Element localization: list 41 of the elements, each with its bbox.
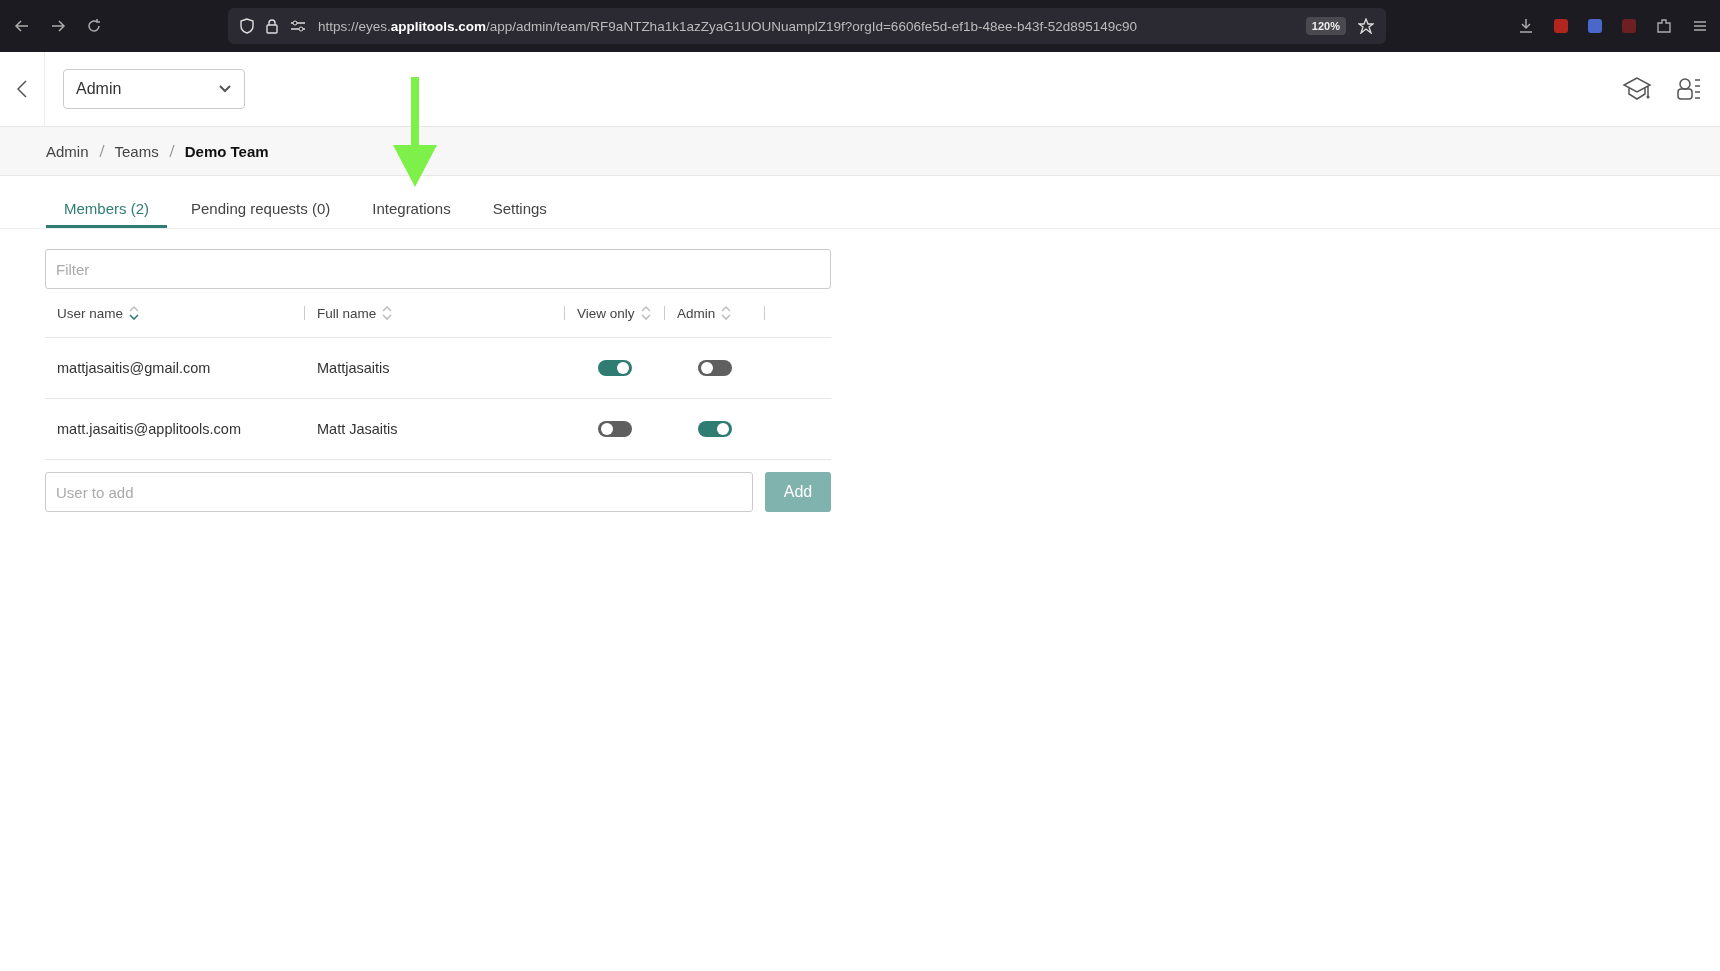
menu-icon[interactable] bbox=[1692, 18, 1708, 34]
filter-field[interactable]: Filter bbox=[45, 249, 831, 289]
shield-icon bbox=[240, 18, 254, 34]
admin-toggle[interactable] bbox=[698, 360, 732, 376]
breadcrumb-separator-icon bbox=[98, 144, 105, 158]
table-cell-text: Mattjasaitis bbox=[316, 360, 391, 376]
tab[interactable]: Members (2) bbox=[46, 200, 167, 228]
download-icon[interactable] bbox=[1518, 18, 1534, 34]
column-header[interactable]: Admin bbox=[677, 305, 716, 321]
breadcrumb-item[interactable]: Admin bbox=[46, 142, 89, 160]
tab[interactable]: Pending requests (0) bbox=[173, 200, 349, 228]
column-header[interactable]: View only bbox=[577, 305, 635, 321]
table-cell-text: matt.jasaitis@applitools.com bbox=[56, 421, 242, 437]
forward-icon[interactable] bbox=[50, 18, 66, 34]
breadcrumb-item[interactable]: Teams bbox=[114, 142, 159, 160]
graduation-cap-icon[interactable] bbox=[1622, 76, 1652, 102]
address-bar[interactable]: https://eyes.applitools.com/app/admin/team/RF9aNTZha1k1azZyaG1UOUNuamplZ19f?orgId=6606fe5d-ef1b-48ee-b43f-52d895149c90 120% bbox=[228, 8, 1386, 44]
lock-icon bbox=[266, 18, 278, 34]
view-only-toggle[interactable] bbox=[598, 360, 632, 376]
star-icon[interactable] bbox=[1358, 18, 1374, 34]
admin-toggle[interactable] bbox=[698, 421, 732, 437]
url-text: https://eyes.applitools.com/app/admin/team/RF9aNTZha1k1azZyaG1UOUNuamplZ19f?orgId=6606fe5d-ef1b-48ee-b43f-52d895149c90 bbox=[318, 18, 1139, 34]
puzzle-icon[interactable] bbox=[1656, 18, 1672, 34]
reload-icon[interactable] bbox=[86, 18, 102, 34]
tab[interactable]: Integrations bbox=[354, 200, 469, 228]
chevron-down-icon[interactable] bbox=[218, 84, 232, 94]
permissions-icon bbox=[290, 20, 306, 32]
zoom-level[interactable]: 120% bbox=[1305, 17, 1346, 35]
table-cell-text: Matt Jasaitis bbox=[316, 421, 399, 437]
back-chevron-icon[interactable] bbox=[16, 79, 28, 99]
column-header[interactable]: Full name bbox=[317, 305, 377, 321]
breadcrumb-item: Demo Team bbox=[184, 142, 269, 160]
sort-descending-icon[interactable] bbox=[129, 306, 140, 320]
breadcrumb-separator-icon bbox=[168, 144, 175, 158]
admin-dropdown[interactable]: Admin bbox=[63, 69, 245, 109]
user-list-icon[interactable] bbox=[1676, 77, 1702, 101]
tab[interactable]: Settings bbox=[474, 200, 565, 228]
view-only-toggle[interactable] bbox=[598, 421, 632, 437]
back-icon[interactable] bbox=[14, 18, 30, 34]
column-header[interactable]: User name bbox=[57, 305, 124, 321]
table-cell-text: mattjasaitis@gmail.com bbox=[56, 360, 212, 376]
